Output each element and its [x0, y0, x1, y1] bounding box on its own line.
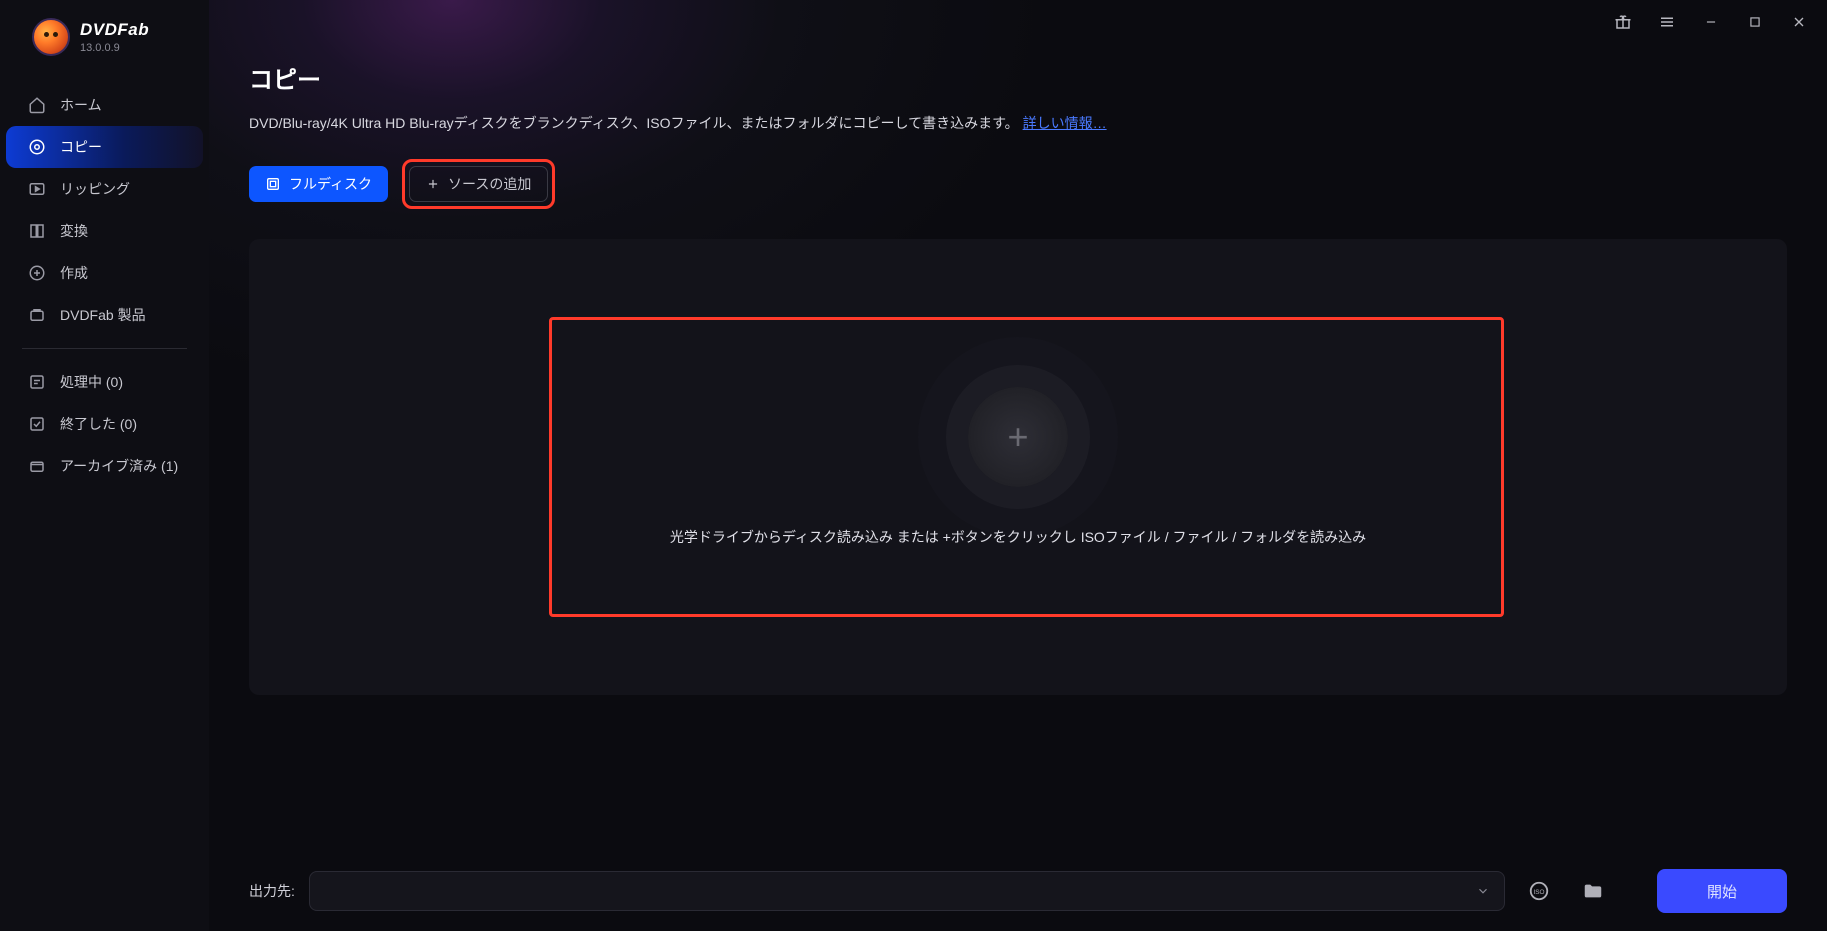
plus-icon [426, 177, 440, 191]
sidebar-item-create[interactable]: 作成 [6, 252, 203, 294]
logo-area: DVDFab 13.0.0.9 [0, 18, 209, 84]
menu-icon[interactable] [1653, 8, 1681, 36]
brand-name: DVDFab [80, 20, 149, 40]
sidebar-item-products[interactable]: DVDFab 製品 [6, 294, 203, 336]
add-button-circle[interactable]: + [968, 387, 1068, 487]
page-description: DVD/Blu-ray/4K Ultra HD Blu-rayディスクをブランク… [249, 113, 1787, 133]
add-source-button[interactable]: ソースの追加 [409, 166, 548, 202]
copy-icon [28, 138, 46, 156]
sidebar-item-copy[interactable]: コピー [6, 126, 203, 168]
create-icon [28, 264, 46, 282]
minimize-button[interactable] [1697, 8, 1725, 36]
sidebar: DVDFab 13.0.0.9 ホーム コピー リッピン [0, 0, 209, 931]
nav-secondary: 処理中 (0) 終了した (0) アーカイブ済み (1) [0, 361, 209, 487]
iso-output-button[interactable]: ISO [1519, 871, 1559, 911]
maximize-button[interactable] [1741, 8, 1769, 36]
folder-output-button[interactable] [1573, 871, 1613, 911]
sidebar-item-archived[interactable]: アーカイブ済み (1) [6, 445, 203, 487]
drop-area[interactable]: + 光学ドライブからディスク読み込み または +ボタンをクリックし ISOファイ… [249, 239, 1787, 695]
full-disc-label: フルディスク [289, 174, 372, 194]
processing-icon [28, 373, 46, 391]
plus-icon: + [1007, 416, 1028, 458]
nav-divider [22, 348, 187, 349]
output-label: 出力先: [249, 881, 295, 901]
sidebar-item-label: DVDFab 製品 [60, 305, 146, 325]
sidebar-item-label: ホーム [60, 95, 102, 115]
add-source-highlight: ソースの追加 [402, 159, 555, 209]
nav-primary: ホーム コピー リッピング 変換 [0, 84, 209, 336]
add-source-label: ソースの追加 [448, 174, 531, 194]
sidebar-item-finished[interactable]: 終了した (0) [6, 403, 203, 445]
page-header: コピー DVD/Blu-ray/4K Ultra HD Blu-rayディスクを… [209, 44, 1827, 209]
sidebar-item-label: コピー [60, 137, 102, 157]
sidebar-item-home[interactable]: ホーム [6, 84, 203, 126]
sidebar-item-label: 作成 [60, 263, 88, 283]
full-disc-button[interactable]: フルディスク [249, 166, 388, 202]
finished-icon [28, 415, 46, 433]
footer: 出力先: ISO 開始 [209, 869, 1827, 913]
svg-text:ISO: ISO [1533, 889, 1544, 896]
convert-icon [28, 222, 46, 240]
sidebar-item-processing[interactable]: 処理中 (0) [6, 361, 203, 403]
archived-icon [28, 457, 46, 475]
gift-icon[interactable] [1609, 8, 1637, 36]
start-button[interactable]: 開始 [1657, 869, 1787, 913]
main-panel: コピー DVD/Blu-ray/4K Ultra HD Blu-rayディスクを… [209, 0, 1827, 931]
version-label: 13.0.0.9 [80, 42, 149, 54]
close-button[interactable] [1785, 8, 1813, 36]
sidebar-item-ripping[interactable]: リッピング [6, 168, 203, 210]
sidebar-item-label: 処理中 (0) [60, 372, 123, 392]
disc-mode-icon [265, 176, 281, 192]
sidebar-item-label: 終了した (0) [60, 414, 137, 434]
sidebar-item-label: リッピング [60, 179, 130, 199]
toolbar: フルディスク ソースの追加 [249, 159, 1787, 209]
ripping-icon [28, 180, 46, 198]
titlebar [209, 0, 1827, 44]
chevron-down-icon [1476, 884, 1490, 898]
sidebar-item-label: アーカイブ済み (1) [60, 456, 178, 476]
sidebar-item-convert[interactable]: 変換 [6, 210, 203, 252]
sidebar-item-label: 変換 [60, 221, 88, 241]
logo-icon [32, 18, 70, 56]
output-destination-select[interactable] [309, 871, 1505, 911]
more-info-link[interactable]: 詳しい情報… [1023, 115, 1107, 131]
drop-instructions: 光学ドライブからディスク読み込み または +ボタンをクリックし ISOファイル … [670, 527, 1366, 547]
page-title: コピー [249, 60, 1787, 95]
products-icon [28, 306, 46, 324]
home-icon [28, 96, 46, 114]
